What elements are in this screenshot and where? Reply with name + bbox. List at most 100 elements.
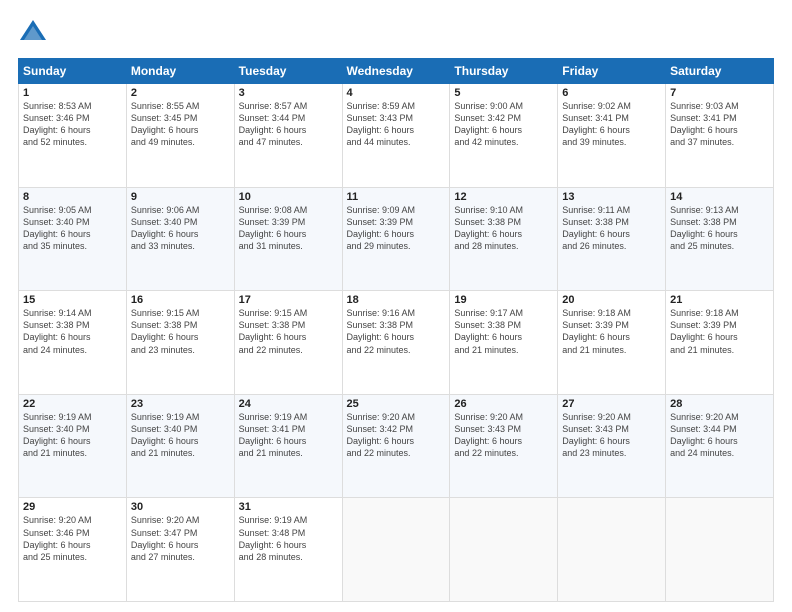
day-number: 17 (239, 294, 338, 306)
calendar-table: SundayMondayTuesdayWednesdayThursdayFrid… (18, 58, 774, 602)
day-info: Sunrise: 9:13 AMSunset: 3:38 PMDaylight:… (670, 205, 739, 251)
day-info: Sunrise: 8:53 AMSunset: 3:46 PMDaylight:… (23, 101, 92, 147)
day-info: Sunrise: 9:20 AMSunset: 3:43 PMDaylight:… (562, 412, 631, 458)
day-number: 11 (347, 191, 446, 203)
calendar-week-row: 15 Sunrise: 9:14 AMSunset: 3:38 PMDayligh… (19, 291, 774, 395)
day-info: Sunrise: 9:14 AMSunset: 3:38 PMDaylight:… (23, 308, 92, 354)
page: SundayMondayTuesdayWednesdayThursdayFrid… (0, 0, 792, 612)
calendar-week-row: 8 Sunrise: 9:05 AMSunset: 3:40 PMDaylight… (19, 187, 774, 291)
day-number: 13 (562, 191, 661, 203)
calendar-cell: 16 Sunrise: 9:15 AMSunset: 3:38 PMDayligh… (126, 291, 234, 395)
day-number: 15 (23, 294, 122, 306)
calendar-header-row: SundayMondayTuesdayWednesdayThursdayFrid… (19, 59, 774, 84)
day-number: 21 (670, 294, 769, 306)
day-info: Sunrise: 9:16 AMSunset: 3:38 PMDaylight:… (347, 308, 416, 354)
day-number: 25 (347, 398, 446, 410)
weekday-header: Tuesday (234, 59, 342, 84)
calendar-week-row: 22Sunrise: 9:19 AMSunset: 3:40 PMDayligh… (19, 394, 774, 498)
day-info: Sunrise: 8:57 AMSunset: 3:44 PMDaylight:… (239, 101, 308, 147)
calendar-cell: 21Sunrise: 9:18 AMSunset: 3:39 PMDayligh… (666, 291, 774, 395)
calendar-cell: 4 Sunrise: 8:59 AMSunset: 3:43 PMDaylight… (342, 84, 450, 188)
calendar-cell: 30 Sunrise: 9:20 AMSunset: 3:47 PMDayligh… (126, 498, 234, 602)
calendar-cell: 20 Sunrise: 9:18 AMSunset: 3:39 PMDayligh… (558, 291, 666, 395)
calendar-cell (342, 498, 450, 602)
calendar-cell: 1 Sunrise: 8:53 AMSunset: 3:46 PMDaylight… (19, 84, 127, 188)
calendar-cell: 6 Sunrise: 9:02 AMSunset: 3:41 PMDaylight… (558, 84, 666, 188)
logo-icon (18, 18, 48, 48)
day-info: Sunrise: 8:59 AMSunset: 3:43 PMDaylight:… (347, 101, 416, 147)
day-info: Sunrise: 9:18 AMSunset: 3:39 PMDaylight:… (562, 308, 631, 354)
day-number: 31 (239, 501, 338, 513)
day-number: 12 (454, 191, 553, 203)
weekday-header: Friday (558, 59, 666, 84)
day-info: Sunrise: 9:00 AMSunset: 3:42 PMDaylight:… (454, 101, 523, 147)
day-number: 4 (347, 87, 446, 99)
day-number: 28 (670, 398, 769, 410)
calendar-cell: 9 Sunrise: 9:06 AMSunset: 3:40 PMDaylight… (126, 187, 234, 291)
calendar-cell: 13 Sunrise: 9:11 AMSunset: 3:38 PMDayligh… (558, 187, 666, 291)
calendar-cell: 12 Sunrise: 9:10 AMSunset: 3:38 PMDayligh… (450, 187, 558, 291)
day-number: 24 (239, 398, 338, 410)
calendar-cell: 24Sunrise: 9:19 AMSunset: 3:41 PMDayligh… (234, 394, 342, 498)
day-info: Sunrise: 9:19 AMSunset: 3:40 PMDaylight:… (23, 412, 92, 458)
day-info: Sunrise: 9:11 AMSunset: 3:38 PMDaylight:… (562, 205, 630, 251)
calendar-cell (666, 498, 774, 602)
calendar-cell: 19Sunrise: 9:17 AMSunset: 3:38 PMDayligh… (450, 291, 558, 395)
calendar-week-row: 1 Sunrise: 8:53 AMSunset: 3:46 PMDaylight… (19, 84, 774, 188)
calendar-week-row: 29Sunrise: 9:20 AMSunset: 3:46 PMDayligh… (19, 498, 774, 602)
day-number: 1 (23, 87, 122, 99)
day-number: 27 (562, 398, 661, 410)
calendar-cell: 8 Sunrise: 9:05 AMSunset: 3:40 PMDaylight… (19, 187, 127, 291)
day-number: 14 (670, 191, 769, 203)
day-number: 30 (131, 501, 230, 513)
calendar-cell: 11 Sunrise: 9:09 AMSunset: 3:39 PMDayligh… (342, 187, 450, 291)
day-info: Sunrise: 9:20 AMSunset: 3:43 PMDaylight:… (454, 412, 523, 458)
calendar-cell: 31Sunrise: 9:19 AMSunset: 3:48 PMDayligh… (234, 498, 342, 602)
day-number: 16 (131, 294, 230, 306)
header (18, 18, 774, 48)
calendar-cell: 10 Sunrise: 9:08 AMSunset: 3:39 PMDayligh… (234, 187, 342, 291)
day-info: Sunrise: 9:02 AMSunset: 3:41 PMDaylight:… (562, 101, 631, 147)
weekday-header: Sunday (19, 59, 127, 84)
day-info: Sunrise: 9:03 AMSunset: 3:41 PMDaylight:… (670, 101, 739, 147)
calendar-cell: 15 Sunrise: 9:14 AMSunset: 3:38 PMDayligh… (19, 291, 127, 395)
day-number: 2 (131, 87, 230, 99)
day-info: Sunrise: 9:20 AMSunset: 3:47 PMDaylight:… (131, 515, 200, 561)
weekday-header: Thursday (450, 59, 558, 84)
calendar-cell (450, 498, 558, 602)
day-number: 26 (454, 398, 553, 410)
day-info: Sunrise: 9:20 AMSunset: 3:46 PMDaylight:… (23, 515, 92, 561)
weekday-header: Wednesday (342, 59, 450, 84)
day-number: 7 (670, 87, 769, 99)
calendar-cell: 29Sunrise: 9:20 AMSunset: 3:46 PMDayligh… (19, 498, 127, 602)
day-number: 6 (562, 87, 661, 99)
day-info: Sunrise: 9:09 AMSunset: 3:39 PMDaylight:… (347, 205, 416, 251)
day-number: 20 (562, 294, 661, 306)
day-number: 9 (131, 191, 230, 203)
calendar-cell: 27 Sunrise: 9:20 AMSunset: 3:43 PMDayligh… (558, 394, 666, 498)
calendar-cell (558, 498, 666, 602)
day-info: Sunrise: 9:10 AMSunset: 3:38 PMDaylight:… (454, 205, 523, 251)
calendar-cell: 3 Sunrise: 8:57 AMSunset: 3:44 PMDaylight… (234, 84, 342, 188)
calendar-cell: 14 Sunrise: 9:13 AMSunset: 3:38 PMDayligh… (666, 187, 774, 291)
day-info: Sunrise: 8:55 AMSunset: 3:45 PMDaylight:… (131, 101, 200, 147)
calendar-cell: 2 Sunrise: 8:55 AMSunset: 3:45 PMDaylight… (126, 84, 234, 188)
day-number: 5 (454, 87, 553, 99)
day-number: 8 (23, 191, 122, 203)
calendar-cell: 18 Sunrise: 9:16 AMSunset: 3:38 PMDayligh… (342, 291, 450, 395)
day-number: 19 (454, 294, 553, 306)
logo (18, 18, 52, 48)
weekday-header: Saturday (666, 59, 774, 84)
calendar-cell: 23Sunrise: 9:19 AMSunset: 3:40 PMDayligh… (126, 394, 234, 498)
calendar-cell: 26 Sunrise: 9:20 AMSunset: 3:43 PMDayligh… (450, 394, 558, 498)
day-number: 18 (347, 294, 446, 306)
day-info: Sunrise: 9:08 AMSunset: 3:39 PMDaylight:… (239, 205, 308, 251)
day-info: Sunrise: 9:15 AMSunset: 3:38 PMDaylight:… (239, 308, 308, 354)
weekday-header: Monday (126, 59, 234, 84)
day-number: 23 (131, 398, 230, 410)
day-info: Sunrise: 9:06 AMSunset: 3:40 PMDaylight:… (131, 205, 200, 251)
day-number: 10 (239, 191, 338, 203)
day-info: Sunrise: 9:15 AMSunset: 3:38 PMDaylight:… (131, 308, 200, 354)
day-number: 3 (239, 87, 338, 99)
day-info: Sunrise: 9:05 AMSunset: 3:40 PMDaylight:… (23, 205, 92, 251)
